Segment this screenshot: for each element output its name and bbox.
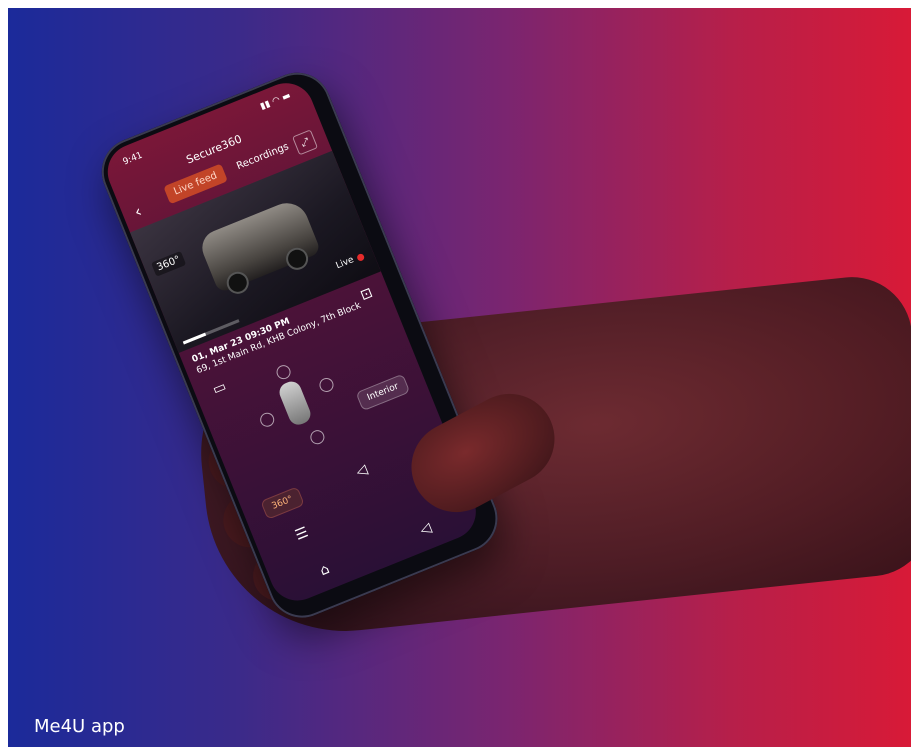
hero-image: 9:41 ▮▮ ◠ ▬ Secure360 ‹ Live feed Record… [8, 8, 911, 747]
camera-left-icon[interactable] [258, 410, 277, 429]
phone-screen: 9:41 ▮▮ ◠ ▬ Secure360 ‹ Live feed Record… [99, 74, 485, 609]
snapshot-icon[interactable]: ⊡ [358, 285, 375, 304]
interior-button[interactable]: Interior [355, 373, 411, 412]
caption: Me4U app [34, 716, 125, 737]
back-nav-icon[interactable]: ◁ [418, 520, 434, 539]
rotate-view-icon[interactable]: ▭ [210, 378, 228, 398]
camera-front-icon[interactable] [274, 363, 293, 382]
camera-rear-icon[interactable] [308, 428, 327, 447]
mode-360-button[interactable]: 360° [260, 486, 305, 520]
live-label: Live [334, 255, 356, 272]
live-dot-icon [355, 252, 366, 262]
status-time: 9:41 [121, 150, 145, 168]
feed-badge: 360° [150, 250, 187, 277]
car-image [196, 196, 322, 298]
headlight-icon[interactable]: ☰ [293, 524, 311, 544]
camera-right-icon[interactable] [317, 375, 336, 395]
live-indicator: Live [335, 251, 366, 271]
home-icon[interactable]: ⌂ [318, 561, 332, 579]
car-topview [276, 378, 314, 428]
horn-icon[interactable]: ◁ [354, 462, 370, 481]
back-icon[interactable]: ‹ [131, 201, 144, 221]
